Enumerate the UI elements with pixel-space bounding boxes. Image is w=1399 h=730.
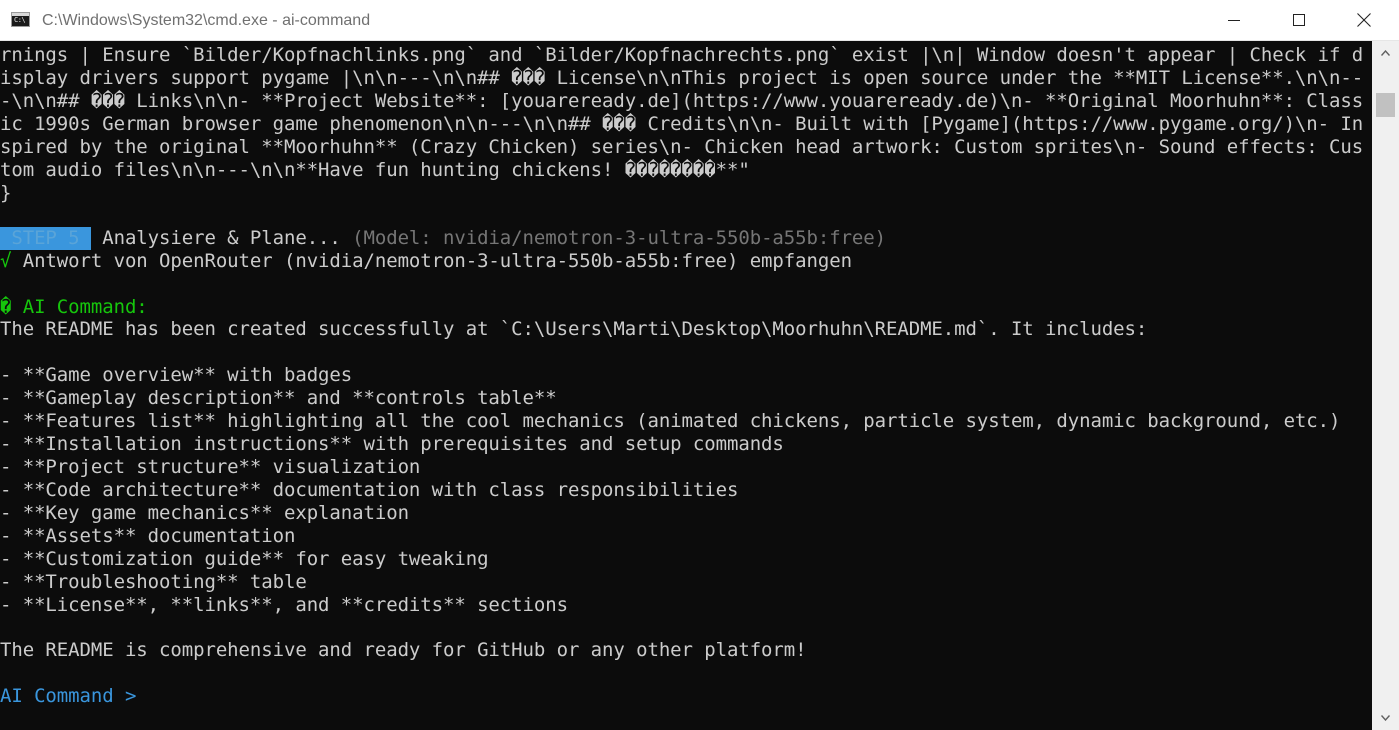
bullet-item: - **Code architecture** documentation wi… [0,479,739,501]
bullet-item: - **Game overview** with badges [0,364,353,386]
response-line: √ Antwort von OpenRouter (nvidia/nemotro… [0,250,852,273]
command-prompt[interactable]: AI Command > [0,685,148,708]
maximize-button[interactable] [1266,0,1332,40]
terminal-output[interactable]: rnings | Ensure `Bilder/Kopfnachlinks.pn… [0,41,1372,730]
step-line: STEP 5 Analysiere & Plane... (Model: nvi… [0,227,886,250]
output-line: } [0,182,12,204]
scroll-down-button[interactable] [1372,706,1399,730]
bullet-item: - **Gameplay description** and **control… [0,387,557,409]
step-label: Analysiere & Plane... [90,227,341,249]
chevron-up-icon [1381,50,1390,56]
scroll-thumb[interactable] [1376,93,1395,117]
bullet-item: - **Troubleshooting** table [0,571,307,593]
output-line: -\n\n## ��� Links\n\n- **Project Website… [0,90,1364,112]
window-title: C:\Windows\System32\cmd.exe - ai-command [42,12,371,29]
step-model: (Model: nvidia/nemotron-3-ultra-550b-a55… [340,227,887,249]
vertical-scrollbar[interactable] [1372,41,1399,730]
output-line: isplay drivers support pygame |\n\n---\n… [0,67,1364,89]
bullet-item: - **Features list** highlighting all the… [0,410,1341,432]
response-text: Antwort von OpenRouter (nvidia/nemotron-… [11,250,852,272]
title-bar[interactable]: C:\ C:\Windows\System32\cmd.exe - ai-com… [0,0,1399,41]
minimize-button[interactable] [1201,0,1267,40]
bullet-item: - **Installation instructions** with pre… [0,433,784,455]
close-icon [1357,13,1371,27]
minimize-icon [1228,20,1240,21]
bullet-item: - **License**, **links**, and **credits*… [0,594,568,616]
bullet-item: - **Customization guide** for easy tweak… [0,548,489,570]
scroll-up-button[interactable] [1372,41,1399,65]
step-badge: STEP 5 [0,227,91,250]
output-line: ic 1990s German browser game phenomenon\… [0,113,1364,135]
close-button[interactable] [1331,0,1397,40]
chevron-down-icon [1381,715,1390,721]
cmd-icon[interactable]: C:\ [11,12,30,27]
bullet-item: - **Key game mechanics** explanation [0,502,409,524]
ai-command-header: � AI Command: [0,296,148,318]
maximize-icon [1293,14,1305,26]
output-line: tom audio files\n\n---\n\n**Have fun hun… [0,159,750,181]
bullet-item: - **Assets** documentation [0,525,296,547]
check-icon: √ [0,250,12,272]
bullet-item: - **Project structure** visualization [0,456,421,478]
readme-intro: The README has been created successfully… [0,318,1148,340]
output-line: spired by the original **Moorhuhn** (Cra… [0,136,1364,158]
output-line: rnings | Ensure `Bilder/Kopfnachlinks.pn… [0,44,1364,66]
readme-summary: The README is comprehensive and ready fo… [0,639,807,661]
